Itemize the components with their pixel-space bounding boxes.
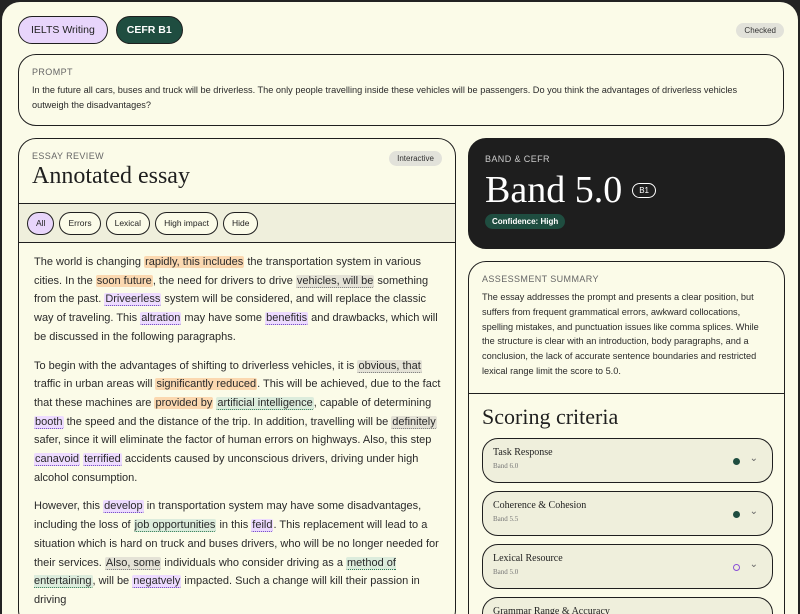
app-frame: IELTS Writing CEFR B1 Checked PROMPT In … <box>2 2 798 614</box>
summary-text: The essay addresses the prompt and prese… <box>482 292 759 376</box>
criterion-item[interactable]: Coherence & Cohesion Band 5.5 ⌄ <box>482 491 773 536</box>
annotation-orange[interactable]: provided by <box>154 396 214 409</box>
band-label: BAND & CEFR <box>485 154 550 164</box>
annotation-gray[interactable]: obvious, that <box>357 359 422 373</box>
essay-paragraph: To begin with the advantages of shifting… <box>34 357 441 488</box>
essay-header: ESSAY REVIEW Interactive Annotated essay <box>19 139 455 203</box>
summary-card: ASSESSMENT SUMMARY The essay addresses t… <box>468 261 785 614</box>
chevron-down-icon[interactable]: ⌄ <box>750 506 758 517</box>
criterion-item[interactable]: Lexical Resource Band 5.0 ⌄ <box>482 544 773 589</box>
annotation-gray[interactable]: definitely <box>391 415 437 429</box>
essay-text: individuals who consider driving as a <box>161 556 346 569</box>
essay-title: Annotated essay <box>32 163 190 189</box>
criterion-band: Band 5.5 <box>493 515 519 523</box>
interactive-badge: Interactive <box>389 151 442 166</box>
filter-high-impact-button[interactable]: High impact <box>155 211 218 235</box>
annotation-purple[interactable]: feild <box>251 519 274 533</box>
essay-text: To begin with the advantages of shifting… <box>34 359 358 372</box>
essay-text: the speed and the distance of the trip. … <box>63 415 392 428</box>
essay-paragraph: However, this develop in transportation … <box>34 497 441 609</box>
status-dot-icon <box>733 458 740 465</box>
annotation-purple[interactable]: booth <box>34 415 64 429</box>
essay-text: traffic in urban areas will <box>34 378 156 391</box>
criteria-title: Scoring criteria <box>482 404 619 429</box>
essay-text: in this <box>216 519 252 532</box>
filter-hide-button[interactable]: Hide <box>222 211 259 235</box>
status-badge: Checked <box>736 23 784 38</box>
annotation-gray[interactable]: vehicles, will be <box>295 274 375 288</box>
essay-review-label: ESSAY REVIEW <box>32 151 104 161</box>
annotation-orange[interactable]: soon future <box>95 274 153 287</box>
criteria-list: Task Response Band 6.0 ⌄ Coherence & Cohesi… <box>469 438 784 614</box>
summary-label: ASSESSMENT SUMMARY <box>482 274 599 284</box>
filter-all-button[interactable]: All <box>27 211 55 235</box>
prompt-text: In the future all cars, buses and truck … <box>32 85 738 110</box>
criterion-name: Task Response <box>493 447 553 458</box>
criterion-name: Grammar Range & Accuracy <box>493 606 610 614</box>
essay-text: may have some <box>181 312 266 325</box>
band-score: Band 5.0 <box>485 169 623 211</box>
annotation-purple[interactable]: altration <box>140 312 182 326</box>
annotation-orange[interactable]: significantly reduced <box>155 378 258 391</box>
annotation-green[interactable]: job opportunities <box>133 519 217 533</box>
annotation-purple[interactable]: benefitis <box>265 312 309 326</box>
annotation-purple[interactable]: Driveerless <box>104 293 162 307</box>
filter-errors-button[interactable]: Errors <box>59 211 101 235</box>
prompt-card: PROMPT In the future all cars, buses and… <box>18 54 784 126</box>
status-dot-icon <box>733 511 740 518</box>
ielts-writing-chip[interactable]: IELTS Writing <box>18 16 108 44</box>
criterion-band: Band 6.0 <box>493 462 519 470</box>
annotation-purple[interactable]: terrified <box>83 453 122 467</box>
essay-text: The world is changing <box>34 256 145 268</box>
annotation-purple[interactable]: negatvely <box>132 575 182 589</box>
chevron-down-icon[interactable]: ⌄ <box>750 559 758 570</box>
band-cefr-badge: B1 <box>632 182 657 198</box>
cefr-chip[interactable]: CEFR B1 <box>115 16 183 44</box>
annotation-purple[interactable]: canavoid <box>34 453 81 467</box>
criterion-item[interactable]: Task Response Band 6.0 ⌄ <box>482 438 773 483</box>
header-chips: IELTS Writing CEFR B1 <box>18 16 183 44</box>
essay-text: However, this <box>34 500 104 513</box>
assessment-summary: ASSESSMENT SUMMARY The essay addresses t… <box>469 262 784 394</box>
criterion-name: Lexical Resource <box>493 553 563 564</box>
essay-text: , the need for drivers to drive <box>152 274 296 287</box>
chevron-down-icon[interactable]: ⌄ <box>750 453 758 464</box>
filter-lexical-button[interactable]: Lexical <box>105 211 151 235</box>
annotation-orange[interactable]: rapidly, this includes <box>144 256 245 268</box>
prompt-label: PROMPT <box>32 67 73 77</box>
criterion-item[interactable]: Grammar Range & Accuracy⌄ <box>482 597 773 614</box>
annotation-gray[interactable]: Also, some <box>104 556 162 570</box>
criterion-band: Band 5.0 <box>493 568 519 576</box>
band-card: BAND & CEFR Band 5.0 B1 Confidence: High <box>468 138 785 249</box>
annotation-purple[interactable]: develop <box>103 500 144 514</box>
confidence-badge: Confidence: High <box>485 214 566 229</box>
criterion-name: Coherence & Cohesion <box>493 500 587 511</box>
band-row: Band 5.0 B1 <box>485 170 768 210</box>
filter-bar: All Errors Lexical High impact Hide <box>19 203 455 243</box>
essay-text: safer, since it will eliminate the facto… <box>34 434 432 447</box>
essay-text: , capable of determining <box>313 396 432 409</box>
status-dot-icon <box>733 564 740 571</box>
annotation-green[interactable]: artificial intelligence <box>216 396 314 410</box>
essay-paragraph: The world is changing rapidly, this incl… <box>34 253 441 347</box>
essay-text: , will be <box>92 575 133 588</box>
essay-body: The world is changing rapidly, this incl… <box>19 243 455 610</box>
essay-card: ESSAY REVIEW Interactive Annotated essay… <box>18 138 456 614</box>
